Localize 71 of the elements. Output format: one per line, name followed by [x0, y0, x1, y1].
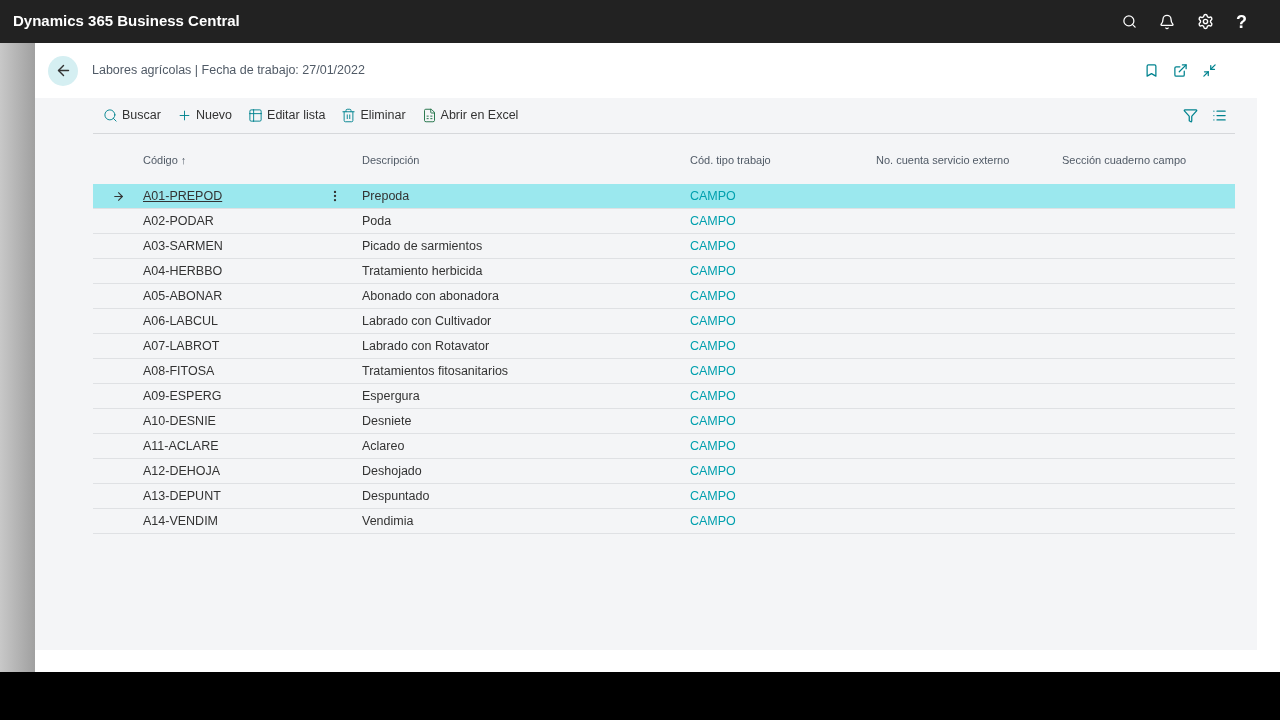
table-cell[interactable]: A12-DEHOJA [143, 461, 221, 481]
column-header[interactable]: Código [143, 151, 178, 169]
column-header[interactable]: Descripción [362, 151, 420, 169]
toolbar-button[interactable]: Eliminar [341, 106, 406, 125]
filter-icon[interactable] [1183, 108, 1198, 123]
bookmark-icon[interactable] [1144, 63, 1159, 78]
column-header[interactable]: Cód. tipo trabajo [690, 151, 771, 169]
table-row[interactable]: A08-FITOSA Tratamientos fitosanitarios CAMPO [93, 359, 1235, 384]
table-cell[interactable]: A07-LABROT [143, 336, 220, 356]
table-cell-text: Labrado con Cultivador [362, 312, 493, 330]
sort-arrow: ↑ [180, 152, 187, 168]
table-row[interactable]: A03-SARMEN Picado de sarmientos CAMPO [93, 234, 1235, 259]
table-row[interactable]: A05-ABONAR Abonado con abonadora CAMPO [93, 284, 1235, 309]
table-cell[interactable]: A01-PREPOD [143, 186, 223, 206]
table-cell-text: Labrado con Rotavator [362, 337, 491, 355]
spreadsheet-icon [421, 108, 437, 123]
table-row[interactable]: A12-DEHOJA Deshojado CAMPO [93, 459, 1235, 484]
table-cell[interactable]: A08-FITOSA [143, 361, 215, 381]
arrow-right-icon [111, 189, 125, 203]
table-row[interactable]: A04-HERBBO Tratamiento herbicida CAMPO [93, 259, 1235, 284]
list-icon[interactable] [1212, 108, 1227, 123]
toolbar-button[interactable]: Nuevo [176, 106, 233, 125]
bell-icon[interactable] [1159, 13, 1175, 30]
table-edit-icon [248, 108, 264, 123]
table-cell-text: Prepoda [362, 187, 411, 205]
plus-icon [176, 108, 192, 123]
table-row[interactable]: A06-LABCUL Labrado con Cultivador CAMPO [93, 309, 1235, 334]
table-cell[interactable]: A10-DESNIE [143, 411, 216, 431]
table-row[interactable]: A07-LABROT Labrado con Rotavator CAMPO [93, 334, 1235, 359]
toolbar-button[interactable]: Editar lista [248, 106, 326, 125]
table-cell[interactable]: A06-LABCUL [143, 311, 219, 331]
table-cell-text: Deshojado [362, 462, 423, 480]
table-cell[interactable]: A05-ABONAR [143, 286, 223, 306]
open-new-window-icon[interactable] [1173, 63, 1188, 78]
table-cell-text: Desniete [362, 412, 413, 430]
table-cell-text: Tratamientos fitosanitarios [362, 362, 510, 380]
page-title: Labores agrícolas | Fecha de trabajo: 27/01/2022 [92, 62, 365, 80]
table-cell[interactable]: A14-VENDIM [143, 511, 219, 531]
table-row[interactable]: A02-PODAR Poda CAMPO [93, 209, 1235, 234]
column-header[interactable]: Sección cuaderno campo [1062, 151, 1187, 169]
search-icon[interactable] [1122, 14, 1137, 29]
table-cell[interactable]: A11-ACLARE [143, 436, 219, 456]
table-row[interactable]: A14-VENDIM Vendimia CAMPO [93, 509, 1235, 534]
table-cell-text: Abonado con abonadora [362, 287, 500, 305]
table-cell[interactable]: A03-SARMEN [143, 236, 223, 256]
toolbar-button[interactable]: Buscar [103, 106, 161, 125]
table-cell-text: Aclareo [362, 437, 406, 455]
table-cell-text: Vendimia [362, 512, 415, 530]
table-row[interactable]: A11-ACLARE Aclareo CAMPO [93, 434, 1235, 459]
help-icon[interactable]: ? [1236, 12, 1247, 31]
app-title: Dynamics 365 Business Central [13, 11, 240, 32]
table-row[interactable]: A01-PREPOD Prepoda CAMPO [93, 184, 1235, 209]
table-cell[interactable]: A02-PODAR [143, 211, 214, 231]
back-button[interactable] [48, 55, 78, 86]
table-cell-text: Poda [362, 212, 393, 230]
table-row[interactable]: A13-DEPUNT Despuntado CAMPO [93, 484, 1235, 509]
settings-icon[interactable] [1197, 13, 1214, 30]
trash-icon [341, 108, 357, 123]
column-header[interactable]: No. cuenta servicio externo [876, 151, 1010, 169]
table-row[interactable]: A10-DESNIE Desniete CAMPO [93, 409, 1235, 434]
table-cell-text: Picado de sarmientos [362, 237, 484, 255]
table-cell-text: Tratamiento herbicida [362, 262, 484, 280]
collapse-icon[interactable] [1202, 63, 1217, 78]
table-cell[interactable]: A04-HERBBO [143, 261, 223, 281]
table-row[interactable]: A09-ESPERG Espergura CAMPO [93, 384, 1235, 409]
table-cell-text: Despuntado [362, 487, 431, 505]
toolbar-button[interactable]: Abrir en Excel [421, 106, 519, 125]
search-icon [103, 108, 118, 123]
table-cell[interactable]: A13-DEPUNT [143, 486, 221, 506]
table-cell-text: Espergura [362, 387, 421, 405]
table-cell[interactable]: A09-ESPERG [143, 386, 222, 406]
